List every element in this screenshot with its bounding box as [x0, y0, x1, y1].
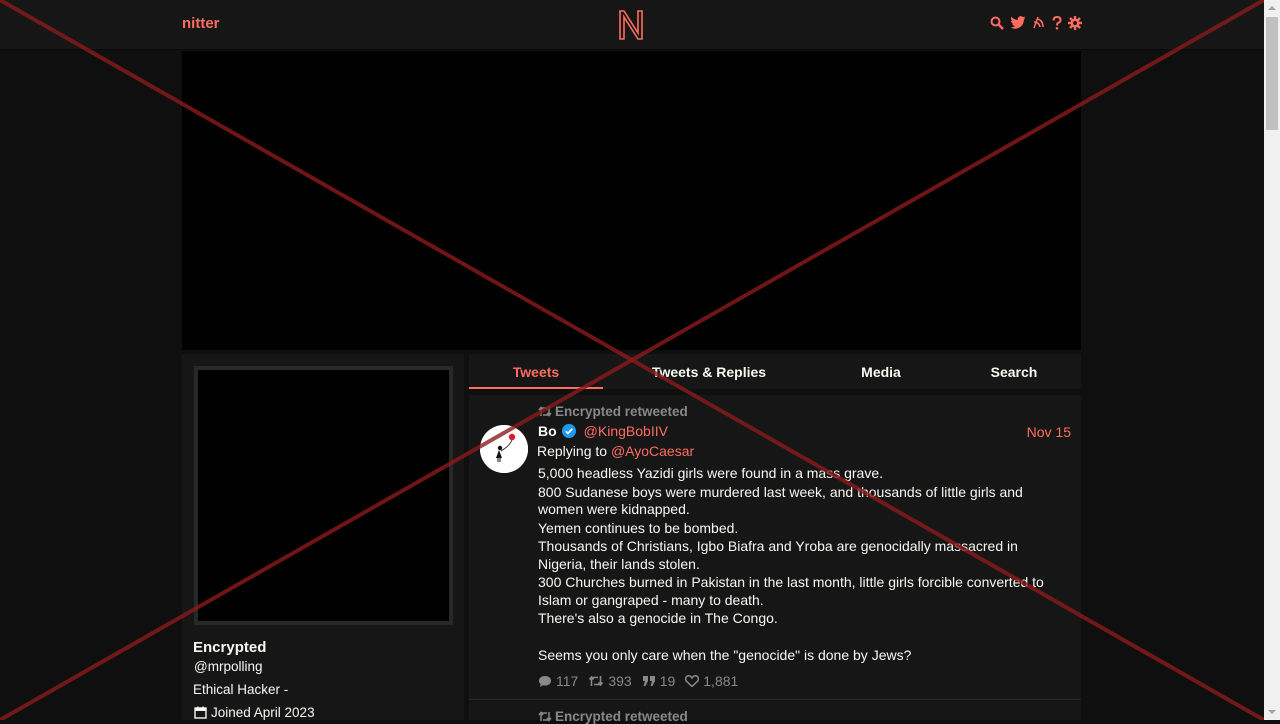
tweet-header: Bo @KingBobIIV [538, 423, 668, 439]
likes-stat[interactable]: 1,881 [685, 673, 738, 689]
navbar: nitter [0, 0, 1264, 50]
replying-to-mention[interactable]: @AyoCaesar [611, 443, 694, 459]
profile-avatar[interactable] [194, 366, 453, 625]
tweet-date[interactable]: Nov 15 [1027, 424, 1071, 440]
profile-bio: Ethical Hacker - [193, 682, 289, 697]
comment-icon [539, 675, 551, 687]
scroll-up-arrow-icon[interactable] [1268, 6, 1276, 10]
quotes-stat[interactable]: 19 [642, 673, 676, 689]
retweet-icon [589, 675, 604, 687]
page-scrollbar[interactable] [1264, 0, 1280, 720]
tweet-content-blank-line [538, 629, 1058, 646]
tweet-content-line: There's also a genocide in The Congo. [538, 610, 778, 626]
retweets-count: 393 [608, 673, 632, 689]
timeline-item[interactable]: Encrypted retweeted Bo @KingBobIIV Nov 1… [469, 395, 1081, 700]
tab-tweets-replies[interactable]: Tweets & Replies [603, 354, 815, 389]
quotes-count: 19 [659, 673, 676, 689]
tweet-stats: 117 393 19 1,881 [538, 673, 738, 689]
tweet-content-line: 300 Churches burned in Pakistan in the l… [538, 574, 1044, 608]
tweet-content-line: Yemen continues to be bombed. [538, 519, 739, 536]
tweet-content-line: 5,000 headless Yazidi girls were found i… [538, 465, 884, 481]
replies-count: 117 [556, 673, 579, 689]
retweet-header: Encrypted retweeted [538, 404, 688, 419]
scrollbar-thumb[interactable] [1266, 17, 1278, 130]
retweet-icon [538, 406, 552, 417]
help-icon[interactable] [1052, 16, 1062, 30]
tab-media[interactable]: Media [815, 354, 947, 389]
tweet-content-line: Seems you only care when the "genocide" … [538, 646, 912, 663]
replying-to: Replying to @AyoCaesar [537, 443, 694, 459]
tab-search[interactable]: Search [947, 354, 1081, 389]
nav-icons [990, 16, 1082, 30]
profile-banner[interactable] [182, 51, 1081, 350]
retweet-header: Encrypted retweeted [538, 709, 688, 724]
calendar-icon [194, 706, 207, 719]
rss-icon[interactable] [1032, 16, 1046, 30]
tweet-content-line: Thousands of Christians, Igbo Biafra and… [538, 538, 1018, 572]
search-icon[interactable] [990, 16, 1004, 30]
retweet-icon [538, 711, 552, 722]
profile-joindate: Joined April 2023 [194, 705, 315, 720]
joindate-text: Joined April 2023 [211, 705, 315, 720]
tweet-content-line: 800 Sudanese boys were murdered last wee… [538, 483, 1023, 518]
heart-icon [685, 675, 700, 687]
quote-icon [642, 676, 655, 686]
profile-fullname[interactable]: Encrypted [193, 639, 266, 656]
scroll-down-arrow-icon[interactable] [1268, 710, 1276, 714]
nitter-n-logo-icon[interactable] [617, 8, 645, 42]
tweet-avatar[interactable] [480, 425, 528, 473]
profile-card: Encrypted @mrpolling Ethical Hacker - Jo… [182, 354, 464, 720]
replying-to-label: Replying to [537, 443, 608, 459]
girl-with-balloon-image [480, 425, 528, 473]
retweet-header-text: Encrypted retweeted [555, 709, 688, 724]
timeline-item[interactable]: Encrypted retweeted [469, 701, 1081, 724]
brand-link[interactable]: nitter [182, 15, 220, 32]
settings-gear-icon[interactable] [1068, 16, 1082, 30]
timeline-tabs: Tweets Tweets & Replies Media Search [469, 354, 1081, 389]
retweets-stat[interactable]: 393 [588, 673, 632, 689]
likes-count: 1,881 [703, 673, 739, 689]
tweet-fullname[interactable]: Bo [538, 423, 557, 439]
tweet-username[interactable]: @KingBobIIV [584, 423, 668, 439]
retweet-header-text: Encrypted retweeted [555, 404, 688, 419]
profile-username[interactable]: @mrpolling [194, 659, 262, 674]
replies-stat[interactable]: 117 [538, 673, 578, 689]
tweet-content: 5,000 headless Yazidi girls were found i… [538, 465, 1058, 665]
twitter-bird-icon[interactable] [1010, 16, 1026, 30]
tab-tweets[interactable]: Tweets [469, 354, 603, 389]
verified-badge-icon [561, 424, 576, 438]
